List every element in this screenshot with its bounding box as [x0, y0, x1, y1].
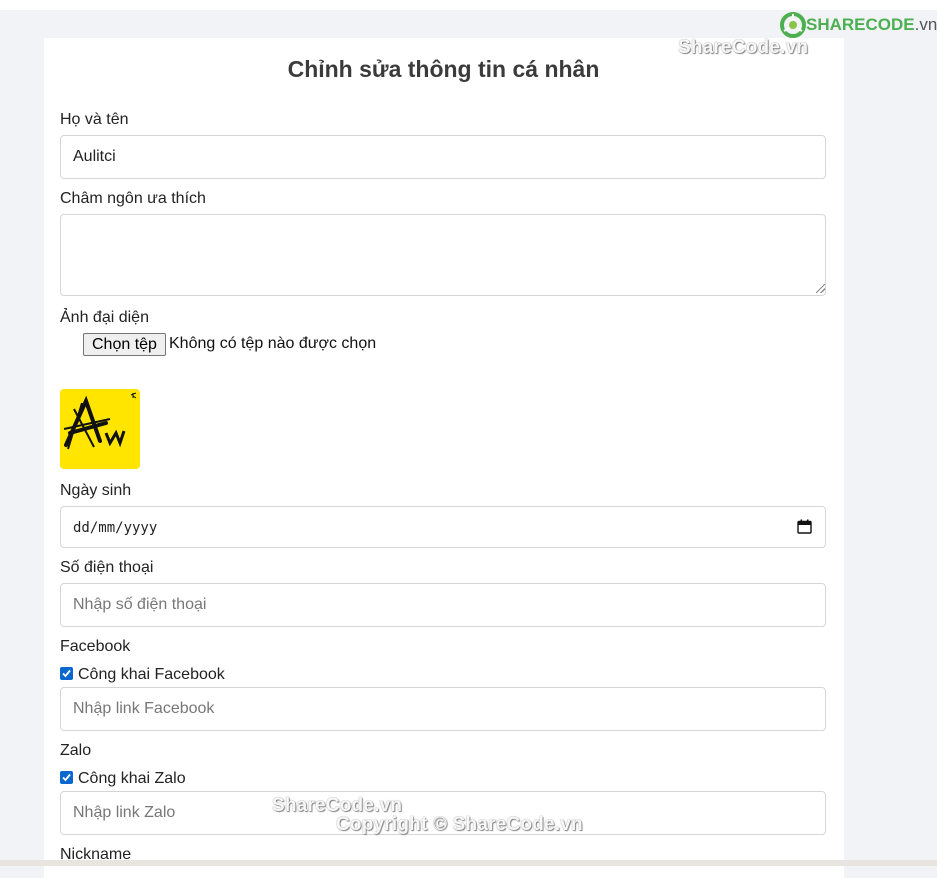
sharecode-logo-text: SHARECODE.vn: [806, 15, 937, 34]
sharecode-logo-icon: [780, 12, 806, 38]
zalo-public-label: Công khai Zalo: [78, 770, 186, 787]
page-title: Chỉnh sửa thông tin cá nhân: [287, 56, 600, 82]
motto-label: Châm ngôn ưa thích: [60, 190, 206, 207]
phone-input[interactable]: [60, 583, 826, 627]
motto-textarea[interactable]: [60, 214, 826, 296]
textarea-resize-handle[interactable]: [816, 284, 825, 293]
choose-file-button[interactable]: Chọn tệp: [83, 333, 166, 356]
avatar-image: [60, 389, 140, 469]
facebook-link-input[interactable]: [60, 687, 826, 731]
watermark-copyright: Copyright © ShareCode.vn: [336, 814, 583, 835]
name-label: Họ và tên: [60, 111, 129, 128]
facebook-public-checkbox[interactable]: [60, 667, 73, 680]
zalo-public-checkbox[interactable]: [60, 771, 73, 784]
calendar-icon[interactable]: [797, 519, 812, 534]
avatar-label: Ảnh đại diện: [60, 309, 149, 326]
birthday-label: Ngày sinh: [60, 482, 132, 499]
birthday-date-input[interactable]: [60, 506, 826, 548]
page-top-strip: [0, 0, 937, 10]
facebook-public-label: Công khai Facebook: [78, 666, 225, 683]
phone-label: Số điện thoại: [60, 559, 154, 576]
file-status-text: Không có tệp nào được chọn: [169, 335, 377, 352]
zalo-label: Zalo: [60, 742, 92, 759]
birthday-date-placeholder: dd/mm/yyyy: [73, 520, 158, 536]
name-input[interactable]: [60, 135, 826, 179]
facebook-label: Facebook: [60, 638, 131, 655]
bottom-edge: [0, 860, 937, 866]
watermark-top: ShareCode.vn: [678, 37, 809, 58]
